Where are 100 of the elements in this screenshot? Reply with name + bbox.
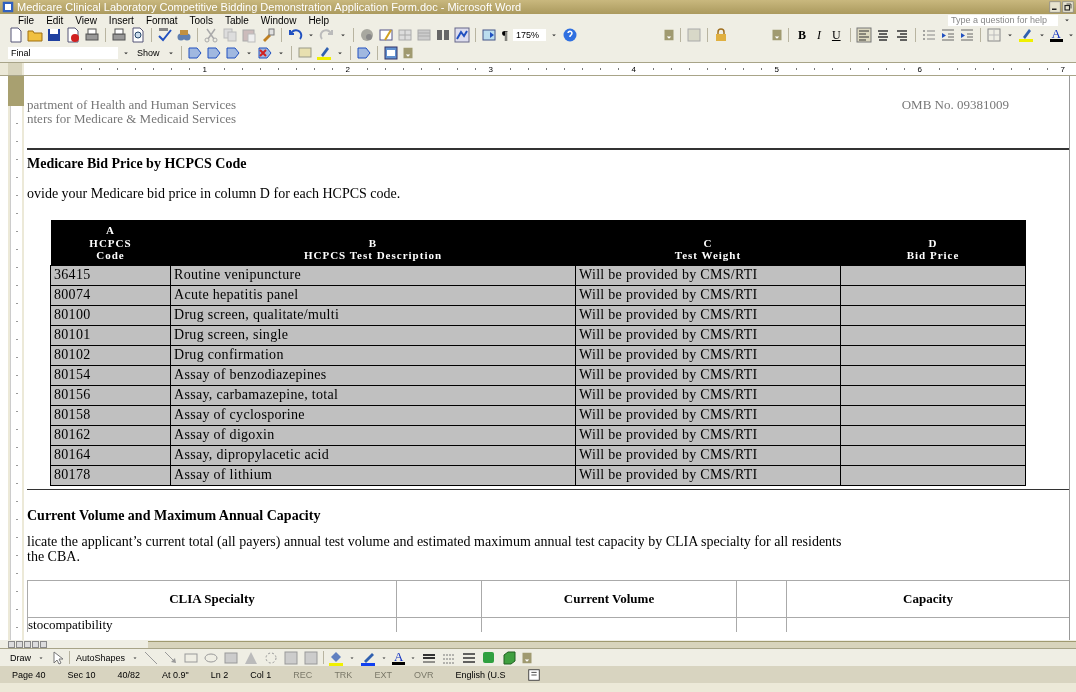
globe-icon[interactable] [359, 27, 375, 43]
column-header: A [50, 220, 171, 237]
table-cell: Drug screen, single [170, 325, 576, 345]
show-menu-button[interactable]: Show [134, 48, 163, 58]
reject-change-icon[interactable] [256, 45, 273, 61]
table-cell: 80074 [50, 285, 171, 305]
table-cell: Assay, carbamazepine, total [170, 385, 576, 405]
status-text: English (U.S [455, 669, 506, 680]
draw-menu-button[interactable]: Draw [8, 652, 33, 663]
status-text: EXT [374, 669, 392, 680]
table-cell: Assay of digoxin [170, 425, 576, 445]
instruction-text: the CBA. [27, 548, 81, 564]
table-cell: 80100 [50, 305, 171, 325]
section-heading: Current Volume and Maximum Annual Capacity [27, 507, 322, 524]
menu-item[interactable]: Tools [183, 14, 219, 26]
highlighter-icon[interactable] [1017, 27, 1034, 43]
reviewing-pane-icon[interactable] [382, 45, 399, 61]
restore-icon[interactable] [1062, 1, 1074, 13]
columns-icon[interactable] [435, 27, 451, 43]
indent-icon[interactable] [958, 27, 975, 43]
table-cell: 80178 [50, 465, 171, 485]
column-header: Current Volume [481, 580, 737, 617]
align-left-icon[interactable] [855, 27, 872, 43]
menu-item[interactable]: View [69, 14, 103, 26]
menu-item[interactable]: Format [139, 14, 184, 26]
track-changes-icon[interactable] [224, 45, 241, 61]
column-header: Capacity [786, 580, 1069, 617]
instruction-text: ovide your Medicare bid price in column D for each HCPCS code. [27, 186, 402, 202]
show-formatting-button[interactable]: ¶ [500, 27, 510, 43]
table-cell: 80162 [50, 425, 171, 445]
bold-button[interactable]: B [793, 27, 810, 43]
book-icon[interactable] [527, 667, 542, 682]
printer-icon[interactable] [111, 27, 127, 43]
menu-item[interactable]: Table [218, 14, 255, 26]
menu-item[interactable]: Edit [40, 14, 70, 26]
binoculars-icon[interactable] [176, 27, 192, 43]
status-text: Page 40 [12, 669, 46, 680]
table-cell: Assay, dipropylacetic acid [170, 445, 576, 465]
menu-item[interactable]: Insert [102, 14, 140, 26]
toolbar-options-icon[interactable] [770, 29, 783, 41]
fill-bucket-icon[interactable] [328, 649, 345, 666]
horizontal-scrollbar[interactable] [148, 640, 1076, 648]
track-changes-icon[interactable] [186, 45, 203, 61]
status-text: OVR [413, 669, 434, 680]
border-icon[interactable] [985, 27, 1002, 43]
underline-button[interactable]: U [827, 27, 845, 43]
highlighter-icon[interactable] [315, 45, 332, 61]
table-cell: Assay of lithium [170, 465, 576, 485]
table-cell: Drug screen, qualitate/multi [170, 305, 576, 325]
status-text: At 0.9" [162, 669, 189, 680]
drawing-icon[interactable] [454, 27, 470, 43]
autoshapes-menu-button[interactable]: AutoShapes [74, 652, 128, 663]
table-cell: 80154 [50, 365, 171, 385]
status-text: TRK [334, 669, 353, 680]
window-title: Medicare Clinical Laboratory Competitive Bidding Demonstration Application Form.doc - Microsoft Word [17, 1, 523, 13]
instruction-text: licate the applicant’s current total (all payers) annual test volume and estimated maximum annual test capacity by CLIA specialty for all residents [27, 533, 843, 549]
menu-item[interactable]: Help [302, 14, 335, 26]
magnifier-icon[interactable] [130, 27, 146, 43]
text-box-icon[interactable] [223, 649, 240, 666]
clipboard-icon[interactable] [241, 27, 257, 43]
table-cell: Drug confirmation [170, 345, 576, 365]
table-cell: Routine venipuncture [170, 265, 576, 285]
column-header: HCPCS Test Description [170, 249, 576, 265]
document-icon [2, 1, 14, 13]
menu-item[interactable]: File [12, 14, 41, 26]
column-header: Test Weight [575, 249, 841, 265]
status-text: Sec 10 [67, 669, 96, 680]
help-search-field[interactable]: Type a question for help [948, 14, 1058, 26]
indent-icon[interactable] [939, 27, 956, 43]
toolbar-options-icon[interactable] [663, 29, 676, 41]
table-cell: Will be provided by CMS/RTI [575, 265, 841, 285]
table-cell: 80101 [50, 325, 171, 345]
table-cell: 80102 [50, 345, 171, 365]
table-cell: Acute hepatitis panel [170, 285, 576, 305]
zoom-field[interactable]: 175% [512, 29, 546, 41]
scissors-icon[interactable] [203, 27, 219, 43]
track-changes-icon[interactable] [355, 45, 372, 61]
page-icon[interactable] [65, 27, 81, 43]
toolbar-options-icon[interactable] [521, 651, 534, 664]
minimize-icon[interactable] [1049, 1, 1061, 13]
status-text: Col 1 [250, 669, 272, 680]
document-map-icon[interactable] [481, 27, 497, 43]
status-text: REC [293, 669, 313, 680]
table-cell: 80156 [50, 385, 171, 405]
font-color-button[interactable]: A [1049, 28, 1063, 42]
spell-check-icon[interactable] [157, 27, 173, 43]
menu-item[interactable]: Window [254, 14, 303, 26]
printer-icon[interactable] [84, 27, 100, 43]
italic-button[interactable]: I [812, 27, 825, 43]
table-cell: stocompatibility [27, 617, 397, 632]
track-changes-icon[interactable] [205, 45, 222, 61]
header-text: nters for Medicare & Medicaid Services [27, 112, 236, 126]
table-cell: Assay of cyclosporine [170, 405, 576, 425]
help-icon[interactable] [561, 27, 578, 43]
line-icon[interactable] [143, 649, 160, 666]
toolbar-options-icon[interactable] [401, 47, 414, 59]
table-cell: 80158 [50, 405, 171, 425]
display-mode-dropdown[interactable]: Final [8, 47, 118, 59]
table-cell: Assay of benzodiazepines [170, 365, 576, 385]
header-text: partment of Health and Human Services [27, 98, 236, 112]
